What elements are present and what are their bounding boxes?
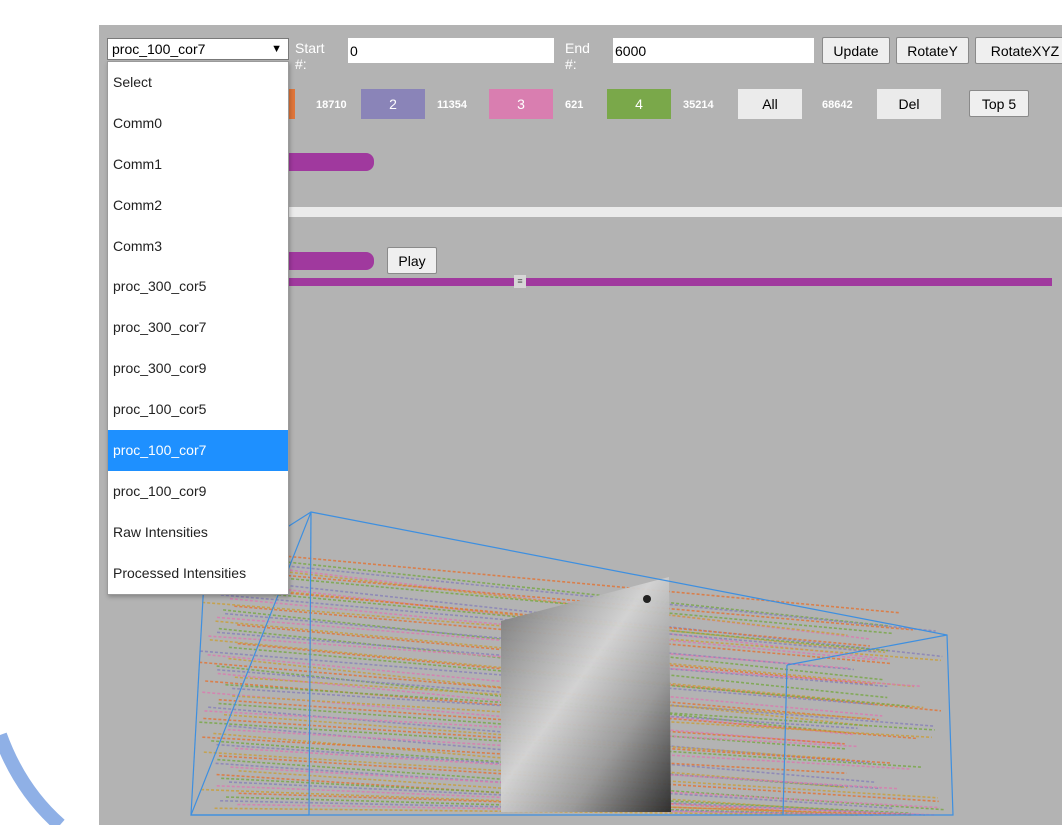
timeline-track[interactable] [279, 207, 1062, 217]
dropdown-option[interactable]: Raw Intensities [108, 512, 288, 553]
speed-slider-handle[interactable] [279, 252, 374, 270]
legend-swatch-4[interactable]: 4 [607, 89, 671, 119]
legend-count-3: 621 [565, 99, 584, 111]
rotate-y-button[interactable]: RotateY [896, 37, 969, 64]
dropdown-option[interactable]: Select [108, 62, 288, 103]
dropdown-option[interactable]: proc_100_cor7 [108, 430, 288, 471]
dropdown-option[interactable]: proc_100_cor9 [108, 471, 288, 512]
legend-swatch-2[interactable]: 2 [361, 89, 425, 119]
start-label: Start #: [295, 40, 325, 72]
delete-button[interactable]: Del [877, 89, 941, 119]
dataset-select-value: proc_100_cor7 [112, 41, 206, 57]
dataset-dropdown-list[interactable]: Select Comm0 Comm1 Comm2 Comm3 proc_300_cor5 p… [107, 61, 289, 595]
all-button[interactable]: All [738, 89, 802, 119]
legend-count-2: 11354 [437, 99, 467, 111]
rotate-xyz-button[interactable]: RotateXYZ [975, 37, 1062, 64]
update-button[interactable]: Update [822, 37, 890, 64]
dropdown-option[interactable]: Comm2 [108, 185, 288, 226]
range-slider-handle[interactable] [279, 153, 374, 171]
dropdown-option[interactable]: Comm0 [108, 103, 288, 144]
dropdown-option[interactable]: Processed Intensities [108, 553, 288, 594]
legend-swatch-1[interactable] [288, 89, 295, 119]
legend-count-4: 35214 [683, 99, 714, 111]
frame-slider-thumb[interactable]: ≡ [514, 275, 526, 288]
dataset-select[interactable]: proc_100_cor7 ▼ [107, 38, 289, 60]
legend-count-all: 68642 [822, 99, 853, 111]
top5-button[interactable]: Top 5 [969, 90, 1029, 117]
decorative-arc [0, 732, 65, 825]
end-input[interactable] [613, 38, 814, 63]
dropdown-option[interactable]: Comm1 [108, 144, 288, 185]
dropdown-option[interactable]: proc_300_cor9 [108, 348, 288, 389]
play-button[interactable]: Play [387, 247, 437, 274]
legend-swatch-3[interactable]: 3 [489, 89, 553, 119]
image-dark-spot [643, 595, 651, 603]
dropdown-option[interactable]: proc_300_cor7 [108, 307, 288, 348]
start-input[interactable] [348, 38, 554, 63]
image-slice [501, 577, 671, 812]
legend-count-1: 18710 [316, 99, 347, 111]
dropdown-option[interactable]: proc_100_cor5 [108, 389, 288, 430]
dropdown-option[interactable]: proc_300_cor5 [108, 266, 288, 307]
end-label: End #: [565, 40, 590, 72]
dropdown-option[interactable]: Comm3 [108, 226, 288, 267]
chevron-down-icon: ▼ [271, 43, 282, 55]
frame-slider[interactable] [279, 278, 1052, 286]
